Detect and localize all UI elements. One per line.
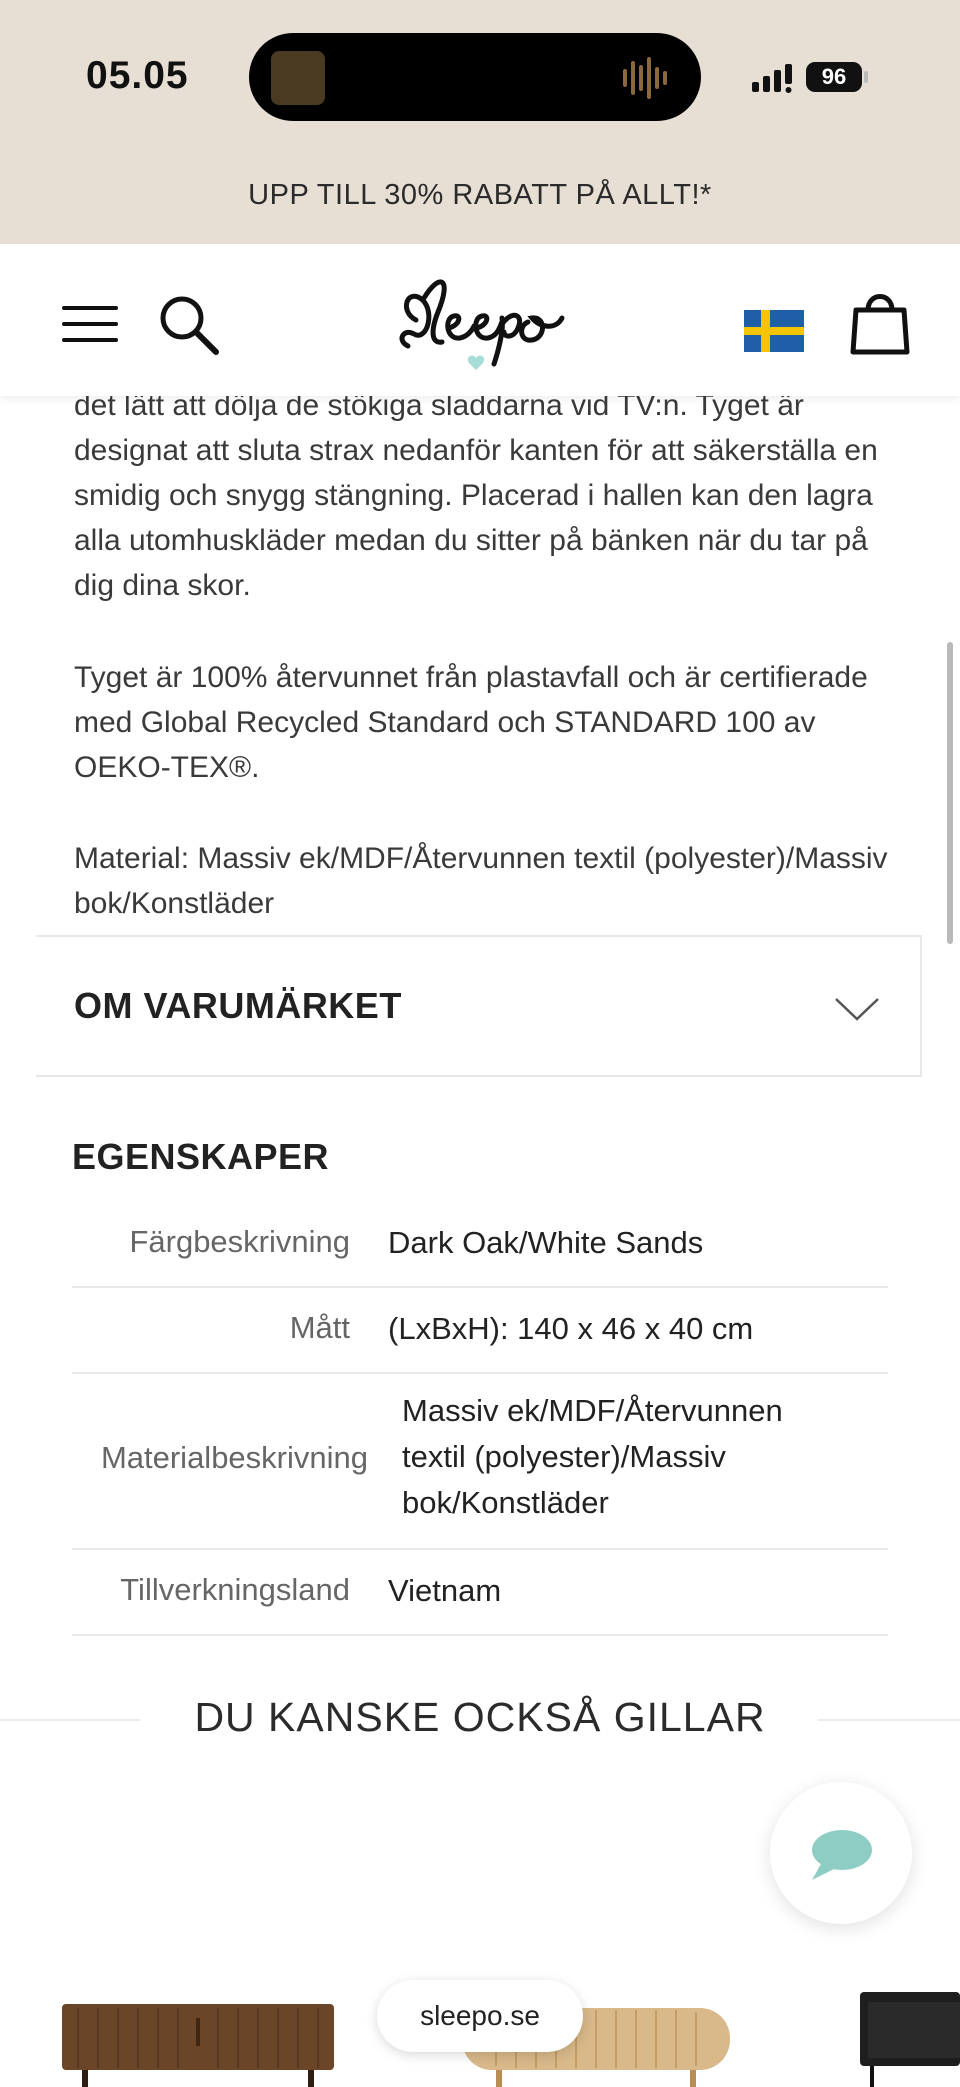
property-value: Vietnam bbox=[388, 1573, 502, 1608]
brand-accordion[interactable]: OM VARUMÄRKET bbox=[36, 935, 922, 1077]
scroll-indicator[interactable] bbox=[947, 642, 953, 944]
property-row: Färgbeskrivning Dark Oak/White Sands bbox=[72, 1200, 888, 1288]
audio-wave-icon bbox=[623, 57, 667, 99]
status-bar: 05.05 96 bbox=[0, 0, 960, 158]
properties-title: EGENSKAPER bbox=[72, 1136, 330, 1177]
chevron-down-icon[interactable] bbox=[834, 995, 880, 1023]
divider-line bbox=[818, 1719, 960, 1721]
property-value: Massiv ek/MDF/Återvunnen textil (polyest… bbox=[402, 1393, 783, 1520]
property-row: Mått (LxBxH): 140 x 46 x 40 cm bbox=[72, 1286, 888, 1374]
browser-url-bar[interactable]: sleepo.se bbox=[377, 1980, 583, 2052]
status-time: 05.05 bbox=[86, 54, 189, 97]
property-label: Mått bbox=[289, 1310, 350, 1345]
sleepo-logo[interactable] bbox=[390, 268, 570, 378]
brand-accordion-title: OM VARUMÄRKET bbox=[74, 985, 402, 1026]
property-label: Materialbeskrivning bbox=[100, 1440, 368, 1475]
search-icon[interactable] bbox=[158, 294, 220, 356]
battery-tip bbox=[864, 71, 868, 83]
dynamic-island[interactable] bbox=[249, 33, 701, 121]
chat-button[interactable] bbox=[770, 1782, 912, 1924]
shopping-bag-icon[interactable] bbox=[850, 288, 910, 356]
sweden-flag-icon[interactable] bbox=[744, 310, 804, 352]
hamburger-icon[interactable] bbox=[62, 304, 118, 344]
site-header bbox=[0, 244, 960, 396]
property-row: Materialbeskrivning Massiv ek/MDF/Återvu… bbox=[72, 1372, 888, 1550]
description-paragraph-3: Material: Massiv ek/MDF/Återvunnen texti… bbox=[74, 842, 888, 920]
chat-bubble-icon bbox=[812, 1830, 872, 1880]
promo-banner[interactable]: UPP TILL 30% RABATT PÅ ALLT!* bbox=[0, 158, 960, 244]
cellular-signal-icon bbox=[752, 64, 792, 93]
property-label: Färgbeskrivning bbox=[129, 1224, 350, 1259]
now-playing-artwork bbox=[271, 51, 325, 105]
description-paragraph-2: Tyget är 100% återvunnet från plastavfal… bbox=[74, 661, 868, 784]
recommendations-heading: DU KANSKE OCKSÅ GILLAR bbox=[0, 1692, 960, 1748]
product-image-cabinet-black[interactable] bbox=[856, 1986, 960, 2087]
battery-indicator: 96 bbox=[806, 62, 862, 92]
property-label: Tillverkningsland bbox=[120, 1572, 350, 1607]
property-value: (LxBxH): 140 x 46 x 40 cm bbox=[388, 1311, 754, 1346]
product-image-sideboard-dark[interactable] bbox=[58, 1998, 338, 2087]
property-row: Tillverkningsland Vietnam bbox=[72, 1548, 888, 1636]
recommendations-title: DU KANSKE OCKSÅ GILLAR bbox=[194, 1694, 766, 1740]
property-value: Dark Oak/White Sands bbox=[388, 1225, 704, 1260]
description-paragraph-1: det lätt att dölja de stökiga sladdarna … bbox=[74, 389, 878, 602]
